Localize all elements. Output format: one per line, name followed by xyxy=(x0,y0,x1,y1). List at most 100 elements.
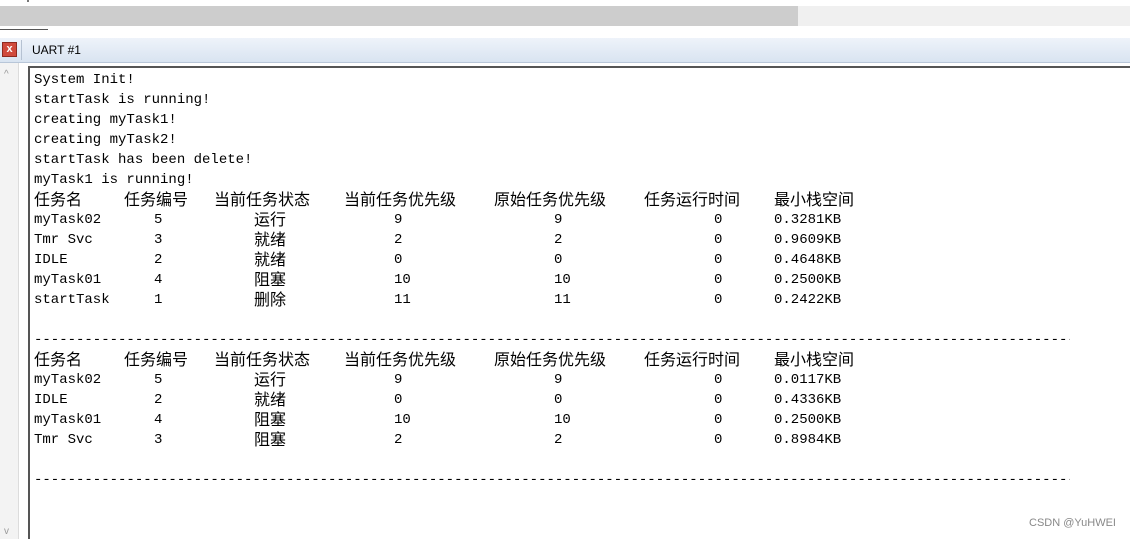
table-cell: Tmr Svc xyxy=(34,232,93,248)
table-cell: 就绪 xyxy=(254,250,287,269)
vertical-scrollbar[interactable]: ^ v xyxy=(0,63,19,539)
table-cell: 运行 xyxy=(254,210,287,229)
table-row: IDLE 2 就绪 0 0 0 0.4336KB xyxy=(30,390,1120,410)
table-row: Tmr Svc 3 阻塞 2 2 0 0.8984KB xyxy=(30,430,1120,450)
horizontal-scrollbar[interactable] xyxy=(0,6,1130,26)
table-cell: startTask xyxy=(34,292,110,308)
table-cell: Tmr Svc xyxy=(34,432,93,448)
table-cell: myTask01 xyxy=(34,272,102,288)
table-header-cell: 最小栈空间 xyxy=(774,190,855,209)
scroll-down-arrow-icon[interactable]: v xyxy=(4,526,9,537)
scroll-up-arrow-icon[interactable]: ^ xyxy=(4,69,9,80)
table-cell: 5 xyxy=(154,212,163,228)
table-cell: 0.8984KB xyxy=(774,432,842,448)
table-cell: 9 xyxy=(554,212,563,228)
table-cell: myTask02 xyxy=(34,212,102,228)
table-row: myTask02 5 运行 9 9 0 0.3281KB xyxy=(30,210,1120,230)
table-cell: 2 xyxy=(154,252,163,268)
table-cell: 9 xyxy=(554,372,563,388)
table-header-cell: 原始任务优先级 xyxy=(494,350,607,369)
table-cell: 0 xyxy=(714,372,723,388)
table-cell: 0.4336KB xyxy=(774,392,842,408)
table-cell: 0 xyxy=(554,392,563,408)
table-cell: 2 xyxy=(154,392,163,408)
table-cell: 阻塞 xyxy=(254,430,287,449)
table-cell: 0 xyxy=(554,252,563,268)
table-row: myTask01 4 阻塞 10 10 0 0.2500KB xyxy=(30,270,1120,290)
top-area xyxy=(0,0,1130,38)
table-cell: 2 xyxy=(394,232,403,248)
table-header-cell: 当前任务优先级 xyxy=(344,350,457,369)
table-cell: 0 xyxy=(714,252,723,268)
table-row: Tmr Svc 3 就绪 2 2 0 0.9609KB xyxy=(30,230,1120,250)
table-cell: 3 xyxy=(154,232,163,248)
table-cell: 11 xyxy=(554,292,571,308)
table-cell: 2 xyxy=(554,232,563,248)
table-cell: 4 xyxy=(154,272,163,288)
table-cell: 阻塞 xyxy=(254,270,287,289)
table-cell: 0.2422KB xyxy=(774,292,842,308)
table-row: IDLE 2 就绪 0 0 0 0.4648KB xyxy=(30,250,1120,270)
table-cell: 0.2500KB xyxy=(774,272,842,288)
table-cell: 就绪 xyxy=(254,230,287,249)
horizontal-scroll-thumb[interactable] xyxy=(0,6,798,26)
table-header-cell: 最小栈空间 xyxy=(774,350,855,369)
table-cell: 11 xyxy=(394,292,411,308)
table-header-row: 任务名 任务编号 当前任务状态 当前任务优先级 原始任务优先级 任务运行时间 最小栈空间 xyxy=(30,350,1120,370)
table-cell: 10 xyxy=(554,412,571,428)
table-cell: 0.3281KB xyxy=(774,212,842,228)
table-cell: 0.2500KB xyxy=(774,412,842,428)
table-cell: 删除 xyxy=(254,290,287,309)
table-cell: 0 xyxy=(714,432,723,448)
table-cell: 9 xyxy=(394,212,403,228)
window-title: UART #1 xyxy=(32,43,81,57)
table-header-cell: 任务运行时间 xyxy=(644,350,741,369)
table-cell: 阻塞 xyxy=(254,410,287,429)
separator-line: ----------------------------------------… xyxy=(34,472,1070,488)
table-row: myTask02 5 运行 9 9 0 0.0117KB xyxy=(30,370,1120,390)
log-line: System Init! xyxy=(34,72,135,88)
watermark: CSDN @YuHWEI xyxy=(1029,517,1116,529)
table-header-cell: 任务编号 xyxy=(124,350,189,369)
table-cell: 0 xyxy=(714,292,723,308)
table-cell: 运行 xyxy=(254,370,287,389)
uart-terminal-output[interactable]: System Init! startTask is running! creatin… xyxy=(28,66,1130,539)
table-cell: 0.9609KB xyxy=(774,232,842,248)
table-cell: 2 xyxy=(394,432,403,448)
table-header-cell: 任务名 xyxy=(34,190,83,209)
log-line: creating myTask2! xyxy=(34,132,177,148)
table-header-cell: 任务运行时间 xyxy=(644,190,741,209)
table-cell: 0 xyxy=(714,272,723,288)
table-cell: 1 xyxy=(154,292,163,308)
table-cell: 0 xyxy=(394,392,403,408)
table-cell: IDLE xyxy=(34,392,68,408)
table-cell: 0 xyxy=(714,212,723,228)
title-separator xyxy=(21,40,22,60)
table-header-cell: 任务编号 xyxy=(124,190,189,209)
window-titlebar: x UART #1 xyxy=(0,38,1130,63)
table-cell: 3 xyxy=(154,432,163,448)
table-cell: IDLE xyxy=(34,252,68,268)
table-header-cell: 原始任务优先级 xyxy=(494,190,607,209)
table-cell: 10 xyxy=(394,412,411,428)
log-line: creating myTask1! xyxy=(34,112,177,128)
table-row: myTask01 4 阻塞 10 10 0 0.2500KB xyxy=(30,410,1120,430)
table-cell: 0 xyxy=(714,232,723,248)
table-cell: 9 xyxy=(394,372,403,388)
table-cell: 4 xyxy=(154,412,163,428)
table-row: startTask 1 删除 11 11 0 0.2422KB xyxy=(30,290,1120,310)
log-line: myTask1 is running! xyxy=(34,172,194,188)
close-icon[interactable]: x xyxy=(2,42,17,57)
table-cell: myTask02 xyxy=(34,372,102,388)
table-cell: myTask01 xyxy=(34,412,102,428)
separator-line: ----------------------------------------… xyxy=(34,332,1070,348)
table-cell: 0.0117KB xyxy=(774,372,842,388)
table-cell: 5 xyxy=(154,372,163,388)
table-header-cell: 当前任务优先级 xyxy=(344,190,457,209)
log-line: startTask has been delete! xyxy=(34,152,253,168)
table-header-cell: 任务名 xyxy=(34,350,83,369)
table-cell: 0 xyxy=(394,252,403,268)
table-cell: 0 xyxy=(714,392,723,408)
table-header-row: 任务名 任务编号 当前任务状态 当前任务优先级 原始任务优先级 任务运行时间 最小栈空间 xyxy=(30,190,1120,210)
table-cell: 0 xyxy=(714,412,723,428)
